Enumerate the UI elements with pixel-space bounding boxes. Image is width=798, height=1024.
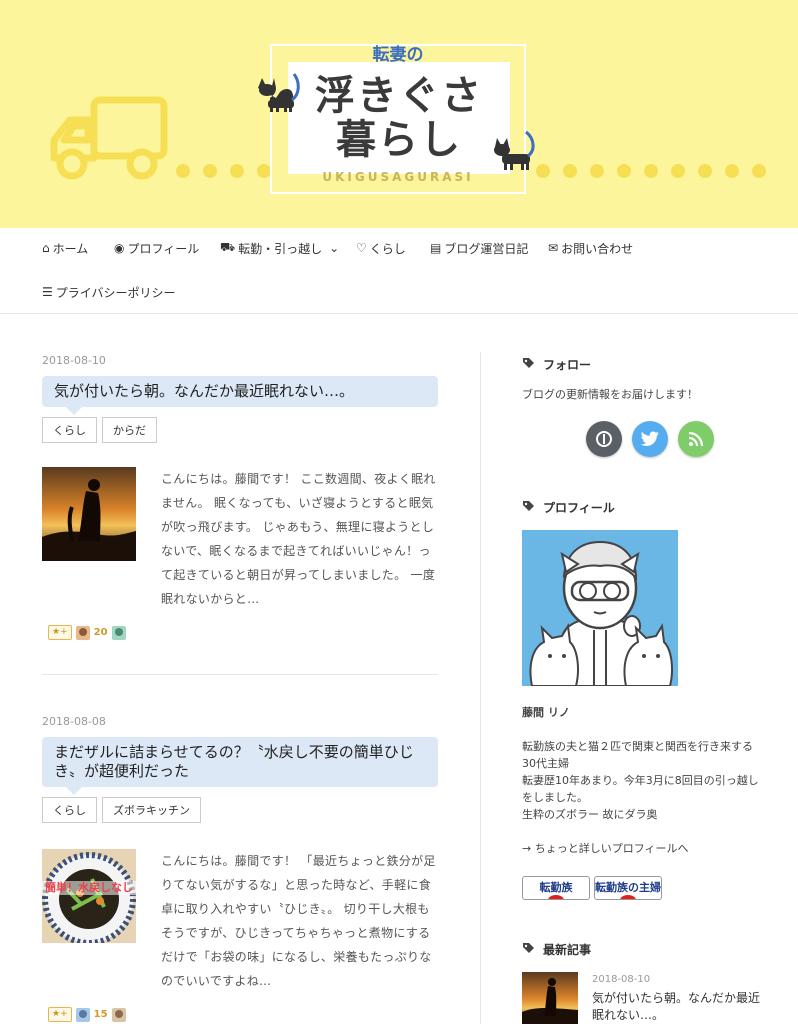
heading-label: プロフィール <box>543 501 615 515</box>
feedly-icon[interactable] <box>586 421 622 457</box>
tag-link[interactable]: からだ <box>102 417 157 443</box>
rss-icon[interactable] <box>678 421 714 457</box>
star-user-avatar[interactable] <box>111 625 126 640</box>
cat-icon <box>258 73 300 112</box>
sidebar-heading-follow: フォロー <box>522 356 591 373</box>
post-date: 2018-08-10 <box>42 354 106 367</box>
hatena-star: ★+ 20 <box>48 625 438 640</box>
blog-ranking-badge[interactable]: 転勤族 <box>522 876 590 900</box>
post-thumbnail[interactable] <box>42 467 136 561</box>
tag-link[interactable]: ズボラキッチン <box>102 797 201 823</box>
recent-post-thumbnail[interactable] <box>522 972 578 1024</box>
post-tags: くらし ズボラキッチン <box>42 797 438 823</box>
blog-ranking-badge[interactable]: 転勤族の主婦 <box>594 876 662 900</box>
profile-bio-line: 転妻歴10年あまり。今年3月に8回目の引っ越しをしました。 <box>522 774 759 804</box>
thumbnail-caption: 簡単！水戻しなし <box>42 881 136 895</box>
chevron-down-icon: ⌄ <box>329 241 340 255</box>
nav-label: プライバシーポリシー <box>55 285 176 300</box>
star-user-avatar[interactable] <box>111 1007 126 1022</box>
list-icon: ☰ <box>42 285 53 299</box>
profile-name: 藤間 リノ <box>522 706 570 719</box>
nav-item-profile[interactable]: ◉ プロフィール <box>114 238 199 258</box>
heart-icon: ♡ <box>356 241 367 255</box>
follow-text: ブログの更新情報をお届けします！ <box>522 388 698 401</box>
nav-label: くらし <box>369 241 406 256</box>
logo-subtitle: 転妻の <box>372 45 424 65</box>
add-star-button[interactable]: ★+ <box>48 1007 72 1022</box>
sidebar-heading-recent: 最新記事 <box>522 941 591 958</box>
post-title[interactable]: 気が付いたら朝。なんだか最近眠れない…。 <box>42 376 438 415</box>
tag-icon <box>522 357 535 373</box>
recent-post-date: 2018-08-10 <box>592 974 651 985</box>
logo-title-line1[interactable]: 浮きぐさ <box>288 74 510 118</box>
post-excerpt: こんにちは。藤間です！ 「最近ちょっと鉄分が足りてない気がするな」と思った時など… <box>161 854 436 988</box>
envelope-icon: ✉ <box>548 241 559 255</box>
tag-icon <box>522 942 535 958</box>
nav-item-blog-diary[interactable]: ▤ ブログ運営日記 <box>430 238 528 258</box>
tag-icon <box>522 500 535 516</box>
post-card: 2018-08-08 まだザルに詰まらせてるの？〝水戻し不要の簡単ひじき〟が超便… <box>42 715 438 1022</box>
post-divider <box>42 674 438 675</box>
star-user-avatar[interactable] <box>75 1007 90 1022</box>
twitter-icon[interactable] <box>632 421 668 457</box>
nav-item-moving[interactable]: ⛟ 転勤・引っ越し ⌄ <box>220 238 339 258</box>
star-count[interactable]: 20 <box>94 627 108 638</box>
post-date: 2018-08-08 <box>42 715 106 728</box>
tag-link[interactable]: くらし <box>42 417 97 443</box>
logo-english: UKIGUSAGURASI <box>322 170 474 184</box>
document-icon: ▤ <box>430 241 442 255</box>
post-tags: くらし からだ <box>42 417 438 443</box>
sidebar-heading-profile: プロフィール <box>522 499 615 516</box>
profile-avatar[interactable] <box>522 530 678 686</box>
hijiki-photo <box>42 849 136 946</box>
nav-label: ホーム <box>52 241 89 256</box>
cat-icon <box>494 130 535 170</box>
profile-bio-line: 生粋のズボラー 故にダラ奥 <box>522 808 658 821</box>
site-header[interactable]: 転妻の 浮きぐさ 暮らし UKIGUSAGURASI <box>0 0 798 228</box>
post-body: 簡単！水戻しなし こんにちは。藤間です！ 「最近ちょっと鉄分が足りてない気がする… <box>42 849 438 993</box>
recent-post-title[interactable]: 気が付いたら朝。なんだか最近眠れない…。 <box>592 990 762 1024</box>
post-excerpt: こんにちは。藤間です！ ここ数週間、夜よく眠れません。 眠くなっても、いざ寝よう… <box>161 472 436 606</box>
nav-label: ブログ運営日記 <box>444 241 529 256</box>
user-circle-icon: ◉ <box>114 241 125 255</box>
nav-label: プロフィール <box>127 241 200 256</box>
nav-item-life[interactable]: ♡ くらし <box>356 238 406 258</box>
truck-icon <box>50 96 168 180</box>
column-divider <box>480 352 481 1024</box>
recent-post-item[interactable]: 2018-08-10 気が付いたら朝。なんだか最近眠れない…。 <box>522 972 772 1024</box>
star-user-avatar[interactable] <box>75 625 90 640</box>
hatena-star: ★+ 15 <box>48 1007 438 1022</box>
post-card: 2018-08-10 気が付いたら朝。なんだか最近眠れない…。 くらし からだ … <box>42 354 438 640</box>
nav-item-home[interactable]: ⌂ ホーム <box>42 238 88 258</box>
profile-detail-link[interactable]: → ちょっと詳しいプロフィールへ <box>522 840 689 857</box>
logo-title-line2[interactable]: 暮らし <box>288 118 510 162</box>
post-body: こんにちは。藤間です！ ここ数週間、夜よく眠れません。 眠くなっても、いざ寝よう… <box>42 467 438 611</box>
profile-bio-line: 転勤族の夫と猫２匹で関東と関西を行き来する30代主婦 <box>522 740 753 770</box>
truck-icon: ⛟ <box>220 240 236 254</box>
home-icon: ⌂ <box>42 241 50 255</box>
nav-label: 転勤・引っ越し <box>238 241 323 256</box>
global-nav: ⌂ ホーム ◉ プロフィール ⛟ 転勤・引っ越し ⌄ ♡ くらし ▤ ブログ運営… <box>0 228 798 314</box>
heading-label: 最新記事 <box>543 943 592 957</box>
heading-label: フォロー <box>543 358 592 372</box>
nav-label: お問い合わせ <box>561 241 634 256</box>
star-count[interactable]: 15 <box>94 1009 108 1020</box>
tag-link[interactable]: くらし <box>42 797 97 823</box>
post-thumbnail[interactable]: 簡単！水戻しなし <box>42 849 136 946</box>
nav-item-contact[interactable]: ✉ お問い合わせ <box>548 238 633 258</box>
nav-item-privacy[interactable]: ☰ プライバシーポリシー <box>42 282 176 302</box>
post-title[interactable]: まだザルに詰まらせてるの？〝水戻し不要の簡単ひじき〟が超便利だった <box>42 737 438 795</box>
add-star-button[interactable]: ★+ <box>48 625 72 640</box>
